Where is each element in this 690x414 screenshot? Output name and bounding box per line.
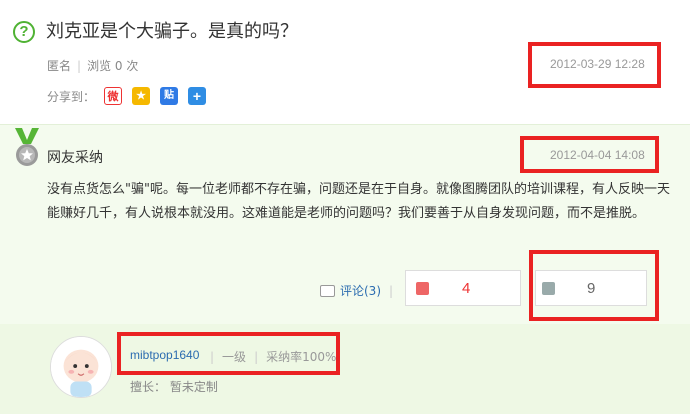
- question-time-highlight: [528, 42, 661, 88]
- view-count: 浏览 0 次: [87, 59, 139, 73]
- answer-body: 没有点货怎么"骗"呢。每一位老师都不存在骗，问题还是在于自身。就像图腾团队的培训…: [47, 182, 670, 221]
- medal-icon: [15, 128, 39, 166]
- comment-icon: [320, 285, 335, 297]
- upvote-button[interactable]: 4: [405, 270, 521, 306]
- comment-link[interactable]: 评论(3) |: [320, 282, 393, 299]
- more-share-icon[interactable]: +: [188, 87, 206, 105]
- comment-divider: |: [389, 284, 394, 298]
- share-label: 分享到：: [47, 90, 96, 104]
- thumbs-up-icon: [416, 282, 429, 295]
- question-title: 刘克亚是个大骗子。是真的吗？: [46, 21, 298, 42]
- answer-label: 网友采纳: [47, 150, 103, 166]
- comment-label[interactable]: 评论(3): [340, 284, 381, 298]
- author-name: 匿名: [47, 59, 72, 73]
- avatar[interactable]: [50, 336, 112, 398]
- upvote-count: 4: [462, 280, 471, 297]
- tieba-icon[interactable]: 贴: [160, 87, 178, 105]
- question-mark-icon: ?: [13, 21, 35, 43]
- weibo-icon[interactable]: 微: [104, 87, 122, 105]
- qzone-icon[interactable]: ★: [132, 87, 150, 105]
- user-highlight: [117, 332, 340, 375]
- downvote-highlight: [529, 250, 659, 321]
- answer-time-highlight: [520, 136, 659, 173]
- question-meta: 匿名 | 浏览 0 次: [47, 57, 138, 74]
- meta-divider: |: [77, 59, 82, 73]
- user-skill: 擅长： 暂未定制: [130, 380, 218, 394]
- share-icons: 微 ★ 贴 +: [104, 87, 206, 105]
